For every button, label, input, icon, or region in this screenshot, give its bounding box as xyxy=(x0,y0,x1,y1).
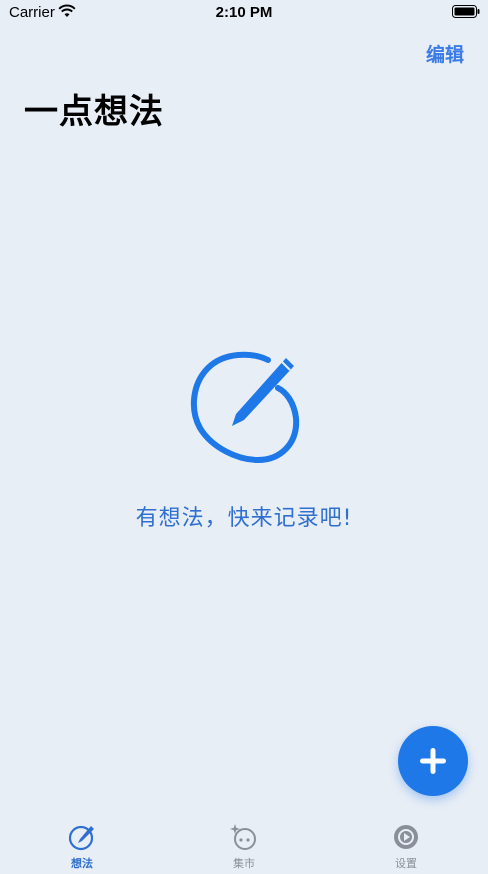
edit-button[interactable]: 编辑 xyxy=(426,40,464,67)
plus-icon xyxy=(420,748,446,774)
tab-settings[interactable]: 设置 xyxy=(346,812,466,874)
sparkle-circle-icon xyxy=(230,824,256,850)
tab-bar: 想法 集市 设置 xyxy=(0,812,488,874)
carrier-label: Carrier xyxy=(9,4,55,21)
tab-market-label: 集市 xyxy=(233,857,255,870)
empty-state: 有想法，快来记录吧! xyxy=(0,348,488,532)
wifi-icon xyxy=(58,4,76,22)
add-button[interactable] xyxy=(398,726,468,796)
tab-settings-label: 设置 xyxy=(395,857,417,870)
page-title: 一点想法 xyxy=(24,92,164,132)
empty-message: 有想法，快来记录吧! xyxy=(135,506,353,531)
battery-icon xyxy=(452,5,480,22)
status-bar: Carrier 2:10 PM xyxy=(0,0,488,26)
pencil-circle-icon xyxy=(68,825,94,851)
tab-market[interactable]: 集市 xyxy=(184,812,304,874)
pencil-circle-icon xyxy=(190,351,300,464)
tab-ideas[interactable]: 想法 xyxy=(22,812,142,874)
gear-circle-icon xyxy=(394,825,418,849)
tab-ideas-label: 想法 xyxy=(71,857,93,870)
